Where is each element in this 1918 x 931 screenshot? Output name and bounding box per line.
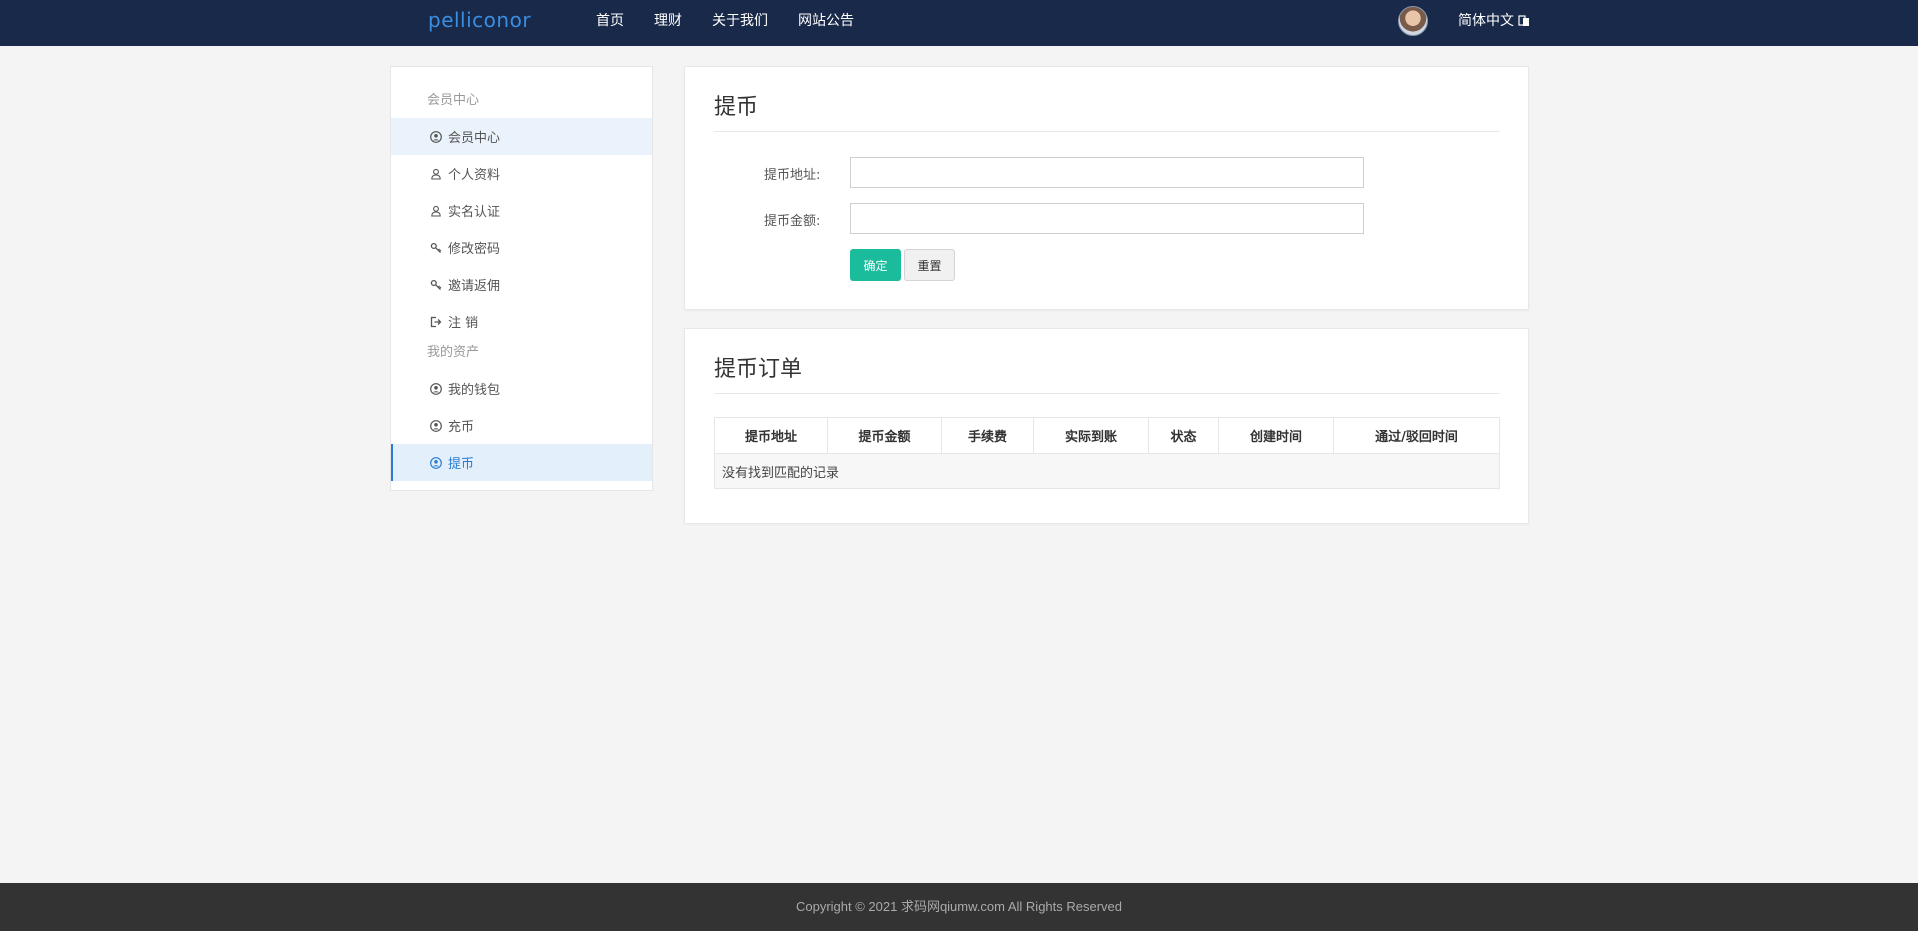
column-header-address[interactable]: 提币地址 [714, 417, 828, 454]
language-icon [1518, 15, 1529, 26]
top-navbar: pelliconor 首页 理财 关于我们 网站公告 简体中文 [0, 0, 1918, 46]
sidebar-item-logout[interactable]: 注 销 [391, 303, 652, 340]
nav-link-home[interactable]: 首页 [596, 0, 624, 46]
divider [714, 393, 1500, 394]
footer-copyright: Copyright © 2021 求码网qiumw.com All Rights… [795, 899, 1123, 914]
sidebar-item-verification[interactable]: 实名认证 [391, 192, 652, 229]
withdraw-orders-panel: 提币订单 提币地址 提币金额 手续费 实际到账 状态 创建时间 通过/驳回时间 … [684, 328, 1529, 524]
column-header-created-time[interactable]: 创建时间 [1218, 417, 1334, 454]
nav-links: 首页 理财 关于我们 网站公告 [596, 0, 884, 46]
sidebar-item-member-center[interactable]: 会员中心 [391, 118, 652, 155]
language-selector[interactable]: 简体中文 [1458, 0, 1530, 42]
user-circle-icon [430, 382, 442, 395]
sidebar-item-label: 注 销 [448, 316, 479, 331]
column-header-amount[interactable]: 提币金额 [827, 417, 942, 454]
user-circle-icon [430, 419, 442, 432]
divider [714, 131, 1500, 132]
sidebar-item-label: 个人资料 [448, 168, 501, 183]
user-circle-icon [430, 456, 442, 469]
sidebar-item-profile[interactable]: 个人资料 [391, 155, 652, 192]
empty-records-message: 没有找到匹配的记录 [714, 453, 1500, 489]
sidebar-item-wallet[interactable]: 我的钱包 [391, 370, 652, 407]
withdraw-form-panel: 提币 提币地址: 提币金额: 确定 重置 [684, 66, 1529, 310]
sidebar-item-withdraw[interactable]: 提币 [391, 444, 652, 481]
sign-out-icon [430, 316, 442, 327]
withdraw-form-title: 提币 [714, 95, 759, 120]
sidebar-item-label: 会员中心 [448, 131, 501, 146]
sidebar-group-member: 会员中心 [427, 93, 480, 108]
nav-link-announcements[interactable]: 网站公告 [798, 0, 854, 46]
column-header-review-time[interactable]: 通过/驳回时间 [1333, 417, 1500, 454]
user-outline-icon [431, 168, 441, 180]
amount-input[interactable] [850, 203, 1364, 234]
address-input[interactable] [850, 157, 1364, 188]
sidebar-item-label: 实名认证 [448, 205, 501, 220]
column-header-status[interactable]: 状态 [1148, 417, 1219, 454]
table-row: 没有找到匹配的记录 [714, 453, 1500, 489]
sidebar-item-change-password[interactable]: 修改密码 [391, 229, 652, 266]
reset-button[interactable]: 重置 [904, 249, 955, 281]
sidebar-item-label: 提币 [448, 457, 475, 472]
user-circle-icon [430, 130, 442, 143]
sidebar-item-label: 我的钱包 [448, 383, 501, 398]
brand-logo[interactable]: pelliconor [428, 8, 531, 32]
nav-link-finance[interactable]: 理财 [654, 0, 682, 46]
sidebar-item-deposit[interactable]: 充币 [391, 407, 652, 444]
confirm-button[interactable]: 确定 [850, 249, 901, 281]
user-outline-icon [431, 205, 441, 217]
sidebar-item-label: 邀请返佣 [448, 279, 501, 294]
sidebar: 会员中心 会员中心 个人资料 实名认证 修改密码 邀请返佣 注 销 我的资产 我… [390, 66, 653, 491]
sidebar-item-label: 修改密码 [448, 242, 501, 257]
sidebar-item-invite-rebate[interactable]: 邀请返佣 [391, 266, 652, 303]
orders-table: 提币地址 提币金额 手续费 实际到账 状态 创建时间 通过/驳回时间 没有找到匹… [714, 417, 1500, 489]
column-header-received[interactable]: 实际到账 [1033, 417, 1149, 454]
table-header-row: 提币地址 提币金额 手续费 实际到账 状态 创建时间 通过/驳回时间 [714, 417, 1500, 454]
user-avatar[interactable] [1398, 6, 1428, 36]
key-icon [430, 242, 442, 253]
sidebar-item-label: 充币 [448, 420, 475, 435]
nav-link-about[interactable]: 关于我们 [712, 0, 768, 46]
footer: Copyright © 2021 求码网qiumw.com All Rights… [0, 883, 1918, 931]
key-icon [430, 279, 442, 290]
language-label: 简体中文 [1458, 13, 1514, 29]
column-header-fee[interactable]: 手续费 [941, 417, 1034, 454]
orders-title: 提币订单 [714, 357, 803, 382]
sidebar-group-assets: 我的资产 [427, 345, 480, 360]
